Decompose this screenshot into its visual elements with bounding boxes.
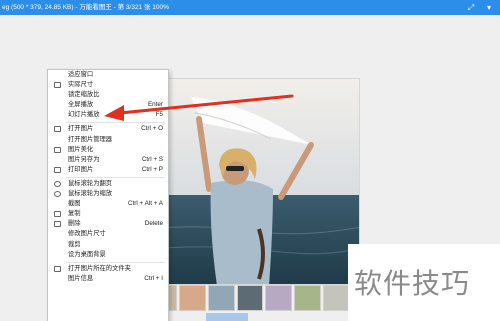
menu-item-label: 幻灯片播放 bbox=[68, 111, 100, 119]
copy-icon bbox=[54, 211, 61, 218]
print-icon bbox=[54, 166, 61, 173]
title-bar: eg (500 * 379, 24.85 KB) - 万能看图王 - 第 3/3… bbox=[0, 0, 500, 15]
menu-item-delete[interactable]: 删除 Delete bbox=[48, 219, 168, 229]
menu-item-shortcut: F5 bbox=[155, 111, 163, 119]
menu-item-copy[interactable]: 复制 bbox=[48, 209, 168, 219]
folder-icon bbox=[54, 265, 61, 272]
thumbnail[interactable] bbox=[236, 285, 264, 311]
menu-item-wheel-zoom[interactable]: 鼠标滚轮为缩放 bbox=[48, 189, 168, 199]
menu-item-shortcut: Delete bbox=[144, 220, 163, 228]
thumbnail[interactable] bbox=[265, 285, 293, 311]
menu-item-label: 锁定缩放比 bbox=[68, 91, 100, 99]
radio-icon bbox=[54, 191, 61, 198]
menu-item-save-as[interactable]: 图片另存为 Ctrl + S bbox=[48, 155, 168, 165]
menu-item-label: 修改图片尺寸 bbox=[68, 230, 106, 238]
expand-icon[interactable]: ⤢ bbox=[464, 0, 478, 15]
menu-item-open-manager[interactable]: 打开图片管理器 bbox=[48, 135, 168, 145]
watermark: 软件技巧 bbox=[348, 244, 500, 321]
open-icon bbox=[54, 126, 61, 133]
menu-item-resize[interactable]: 修改图片尺寸 bbox=[48, 229, 168, 239]
menu-item-print[interactable]: 打印图片 Ctrl + P bbox=[48, 165, 168, 175]
menu-item-open-folder[interactable]: 打开图片所在的文件夹 bbox=[48, 264, 168, 274]
menu-item-fullscreen[interactable]: 全屏播放 Enter bbox=[48, 100, 168, 110]
menu-item-label: 鼠标滚轮为翻页 bbox=[68, 179, 113, 187]
menu-item-label: 鼠标滚轮为缩放 bbox=[68, 190, 113, 198]
scrollbar-thumb[interactable] bbox=[206, 313, 248, 321]
menu-item-image-info[interactable]: 图片信息 Ctrl + I bbox=[48, 274, 168, 284]
menu-item-label: 实际尺寸 bbox=[68, 81, 94, 89]
menu-item-shortcut: Ctrl + Alt + A bbox=[128, 200, 163, 208]
menu-item-shortcut: Ctrl + S bbox=[141, 155, 163, 163]
menu-item-label: 打开图片所在的文件夹 bbox=[68, 264, 131, 272]
menu-item-shortcut: Enter bbox=[147, 101, 163, 109]
watermark-text: 软件技巧 bbox=[354, 267, 471, 300]
chevron-down-icon[interactable]: ▾ bbox=[482, 0, 496, 15]
menu-item-label: 复制 bbox=[68, 210, 81, 218]
menu-item-label: 裁剪 bbox=[68, 240, 81, 248]
menu-item-beautify[interactable]: 图片美化 bbox=[48, 145, 168, 155]
menu-item-label: 全屏播放 bbox=[68, 101, 94, 109]
menu-item-label: 打印图片 bbox=[68, 165, 94, 173]
menu-item-set-wallpaper[interactable]: 设为桌面背景 bbox=[48, 250, 168, 260]
menu-item-wheel-page[interactable]: 鼠标滚轮为翻页 bbox=[48, 179, 168, 189]
menu-item-label: 截图 bbox=[68, 200, 81, 208]
actual-size-icon bbox=[54, 82, 61, 89]
menu-item-label: 图片另存为 bbox=[68, 155, 100, 163]
menu-item-crop[interactable]: 裁剪 bbox=[48, 240, 168, 250]
menu-item-label: 打开图片 bbox=[68, 125, 94, 133]
menu-item-label: 删除 bbox=[68, 220, 81, 228]
thumbnail[interactable] bbox=[207, 285, 235, 311]
menu-item-open-image[interactable]: 打开图片 Ctrl + O bbox=[48, 124, 168, 134]
photo-image bbox=[151, 79, 359, 284]
window-title: eg (500 * 379, 24.85 KB) - 万能看图王 - 第 3/3… bbox=[2, 4, 169, 11]
menu-item-actual-size[interactable]: 实际尺寸 bbox=[48, 80, 168, 90]
menu-item-shortcut: Ctrl + I bbox=[144, 274, 163, 282]
menu-item-slideshow[interactable]: 幻灯片播放 F5 bbox=[48, 110, 168, 120]
menu-item-fit-window[interactable]: 适应窗口 bbox=[48, 70, 168, 80]
menu-item-lock-zoom[interactable]: 锁定缩放比 bbox=[48, 90, 168, 100]
menu-item-label: 图片美化 bbox=[68, 145, 94, 153]
thumbnail[interactable] bbox=[178, 285, 206, 311]
menu-item-label: 图片信息 bbox=[68, 274, 94, 282]
menu-item-label: 打开图片管理器 bbox=[68, 135, 113, 143]
menu-item-screenshot[interactable]: 截图 Ctrl + Alt + A bbox=[48, 199, 168, 209]
thumbnail[interactable] bbox=[294, 285, 322, 311]
menu-item-label: 适应窗口 bbox=[68, 71, 94, 78]
menu-item-label: 设为桌面背景 bbox=[68, 250, 106, 258]
photo bbox=[150, 78, 360, 285]
thumbnail[interactable] bbox=[323, 285, 351, 311]
context-menu: 适应窗口 实际尺寸 锁定缩放比 全屏播放 Enter 幻灯片播放 F5 打开图片 Ct… bbox=[47, 69, 169, 321]
radio-icon bbox=[54, 180, 61, 187]
magic-wand-icon bbox=[54, 146, 61, 153]
menu-item-shortcut: Ctrl + O bbox=[141, 125, 163, 133]
thumbnail-strip bbox=[150, 285, 351, 311]
delete-icon bbox=[54, 221, 61, 228]
menu-item-shortcut: Ctrl + P bbox=[141, 165, 163, 173]
